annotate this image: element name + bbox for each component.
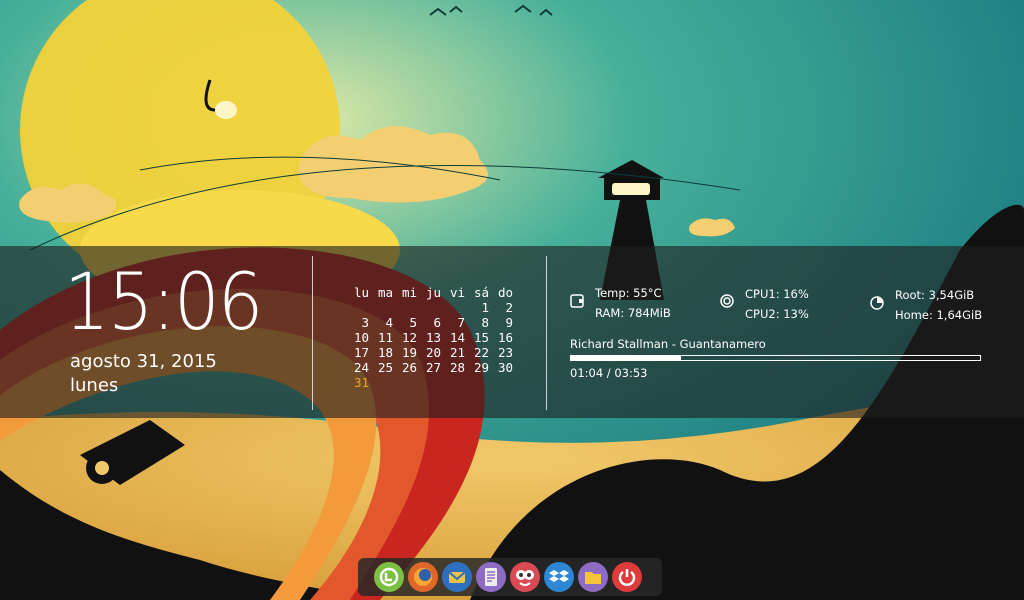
calendar-day: 27 (425, 360, 441, 375)
calendar-week: 17 18 19 20 21 22 23 (345, 345, 513, 360)
dock (358, 558, 662, 596)
thunderbird-launcher[interactable] (442, 562, 472, 592)
text-editor-icon (485, 568, 497, 586)
calendar-day (393, 375, 417, 390)
calendar-weekday: sá (473, 285, 489, 300)
calendar-day: 8 (481, 315, 489, 330)
calendar-day (369, 375, 393, 390)
music-progress-fill (571, 356, 682, 360)
disk-icon (870, 296, 884, 310)
calendar-week: 3 4 5 6 7 8 9 (345, 315, 513, 330)
cpu1-readout: CPU1: 16% (745, 287, 809, 301)
calendar-day: 14 (449, 330, 465, 345)
file-manager-launcher[interactable] (578, 562, 608, 592)
root-disk-readout: Root: 3,54GiB (895, 288, 975, 302)
calendar-day: 30 (497, 360, 513, 375)
calendar-day (465, 375, 489, 390)
mint-menu-icon (379, 567, 399, 587)
calendar-weekday: ju (425, 285, 441, 300)
calendar-day: 24 (353, 360, 369, 375)
calendar-day: 21 (449, 345, 465, 360)
calendar-day (417, 300, 441, 315)
home-disk-readout: Home: 1,64GiB (895, 308, 983, 322)
calendar-day: 26 (401, 360, 417, 375)
cpu2-readout: CPU2: 13% (745, 307, 809, 321)
calendar-days: 1 2 3 4 5 6 7 8 9 10 11 12 13 14 15 16 17 18 19 20 21 22 23 24 2… (345, 300, 513, 390)
calendar-day: 29 (473, 360, 489, 375)
calendar-day (369, 300, 393, 315)
calendar-day: 12 (401, 330, 417, 345)
power-launcher[interactable] (612, 562, 642, 592)
calendar-week: 12 (345, 300, 513, 315)
calendar-day (441, 300, 465, 315)
clock-date: agosto 31, 2015 (70, 351, 217, 372)
calendar-day (417, 375, 441, 390)
thunderbird-icon (448, 571, 466, 583)
calendar-day (345, 300, 369, 315)
calendar-day: 13 (425, 330, 441, 345)
power-icon (618, 569, 636, 586)
text-editor-launcher[interactable] (476, 562, 506, 592)
pidgin-launcher[interactable] (510, 562, 540, 592)
dropbox-icon (549, 570, 569, 582)
calendar-day: 5 (409, 315, 417, 330)
calendar-day: 3 (361, 315, 369, 330)
calendar-day: 31 (353, 375, 369, 390)
calendar-day: 2 (505, 300, 513, 315)
calendar-weekday: lu (353, 285, 369, 300)
clock-weekday: lunes (70, 375, 119, 396)
calendar-day: 23 (497, 345, 513, 360)
calendar-day: 1 (481, 300, 489, 315)
calendar: lu ma mi ju vi sá do 1 2 3 4 5 6 7 8 9 10 11 12 13 14 15 16 17… (345, 285, 513, 390)
mint-menu-launcher[interactable] (374, 562, 404, 592)
cpu-gauge-icon (720, 294, 734, 308)
panel-divider (546, 256, 547, 410)
calendar-day (489, 375, 513, 390)
calendar-day: 11 (377, 330, 393, 345)
dropbox-launcher[interactable] (544, 562, 574, 592)
firefox-launcher[interactable] (408, 562, 438, 592)
calendar-day: 20 (425, 345, 441, 360)
calendar-day: 19 (401, 345, 417, 360)
calendar-day: 22 (473, 345, 489, 360)
calendar-day: 28 (449, 360, 465, 375)
calendar-day: 18 (377, 345, 393, 360)
calendar-weekday: ma (377, 285, 393, 300)
calendar-day: 15 (473, 330, 489, 345)
calendar-day: 6 (433, 315, 441, 330)
calendar-weekday: mi (401, 285, 417, 300)
clock-time: 15:06 (64, 258, 263, 348)
music-position: 01:04 / 03:53 (570, 366, 648, 380)
calendar-weekdays: lu ma mi ju vi sá do (345, 285, 513, 300)
calendar-day: 7 (457, 315, 465, 330)
pidgin-icon (516, 570, 534, 586)
calendar-weekday: vi (449, 285, 465, 300)
calendar-weekday: do (497, 285, 513, 300)
file-manager-icon (585, 572, 601, 584)
music-progress-bar (570, 355, 981, 361)
calendar-day: 10 (353, 330, 369, 345)
calendar-day (393, 300, 417, 315)
now-playing-title: Richard Stallman - Guantanamero (570, 337, 766, 351)
calendar-day (441, 375, 465, 390)
calendar-day: 17 (353, 345, 369, 360)
calendar-day: 4 (385, 315, 393, 330)
panel-divider (312, 256, 313, 410)
conky-panel: 15:06 agosto 31, 2015 lunes lu ma mi ju vi sá… (0, 246, 1024, 418)
memory-chip-icon (570, 294, 584, 308)
calendar-day: 16 (497, 330, 513, 345)
temperature-readout: Temp: 55°C (595, 286, 662, 300)
calendar-week: 31 (345, 375, 513, 390)
firefox-icon (414, 568, 432, 586)
calendar-week: 10 11 12 13 14 15 16 (345, 330, 513, 345)
calendar-day: 25 (377, 360, 393, 375)
calendar-week: 24 25 26 27 28 29 30 (345, 360, 513, 375)
calendar-day: 9 (505, 315, 513, 330)
ram-readout: RAM: 784MiB (595, 306, 671, 320)
